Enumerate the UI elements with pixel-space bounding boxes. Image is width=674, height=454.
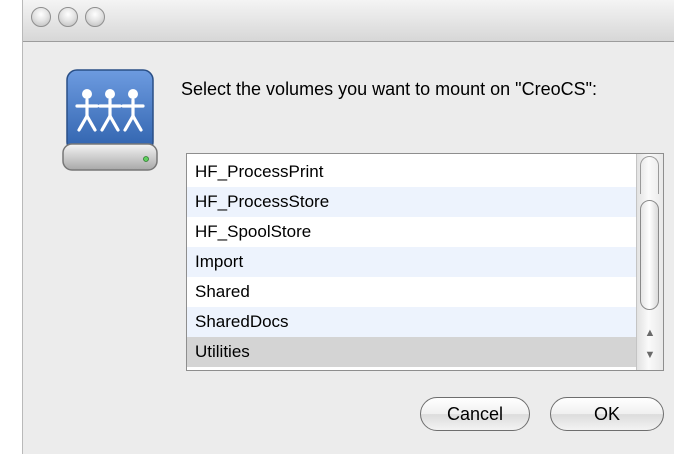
volume-list-item[interactable]: Utilities (187, 337, 636, 367)
volume-list-item[interactable]: HF_ProcessStore (187, 187, 636, 217)
scroll-down-arrow-icon[interactable]: ▼ (643, 348, 657, 362)
scroll-track-top (640, 156, 659, 194)
volume-rows: HF_ProcessPrint HF_ProcessStore HF_SpoolSt… (187, 157, 636, 367)
title-bar (23, 0, 674, 42)
cancel-button[interactable]: Cancel (420, 397, 530, 431)
vertical-scrollbar[interactable]: ▲ ▼ (636, 154, 663, 370)
mount-volumes-dialog: Select the volumes you want to mount on … (22, 0, 674, 454)
volume-list-item[interactable]: Shared (187, 277, 636, 307)
volume-list-item[interactable]: HF_SpoolStore (187, 217, 636, 247)
volume-list-item[interactable]: HF_ProcessPrint (187, 157, 636, 187)
volume-list-item[interactable]: SharedDocs (187, 307, 636, 337)
close-window-button[interactable] (31, 7, 51, 27)
volume-list[interactable]: HF_ProcessPrint HF_ProcessStore HF_SpoolSt… (186, 153, 664, 371)
scroll-up-arrow-icon[interactable]: ▲ (643, 326, 657, 340)
volume-list-item[interactable]: Import (187, 247, 636, 277)
zoom-window-button[interactable] (85, 7, 105, 27)
network-share-drive-icon (59, 66, 163, 174)
dialog-prompt: Select the volumes you want to mount on … (181, 79, 597, 99)
ok-button[interactable]: OK (550, 397, 664, 431)
scroll-thumb[interactable] (640, 200, 659, 310)
minimize-window-button[interactable] (58, 7, 78, 27)
